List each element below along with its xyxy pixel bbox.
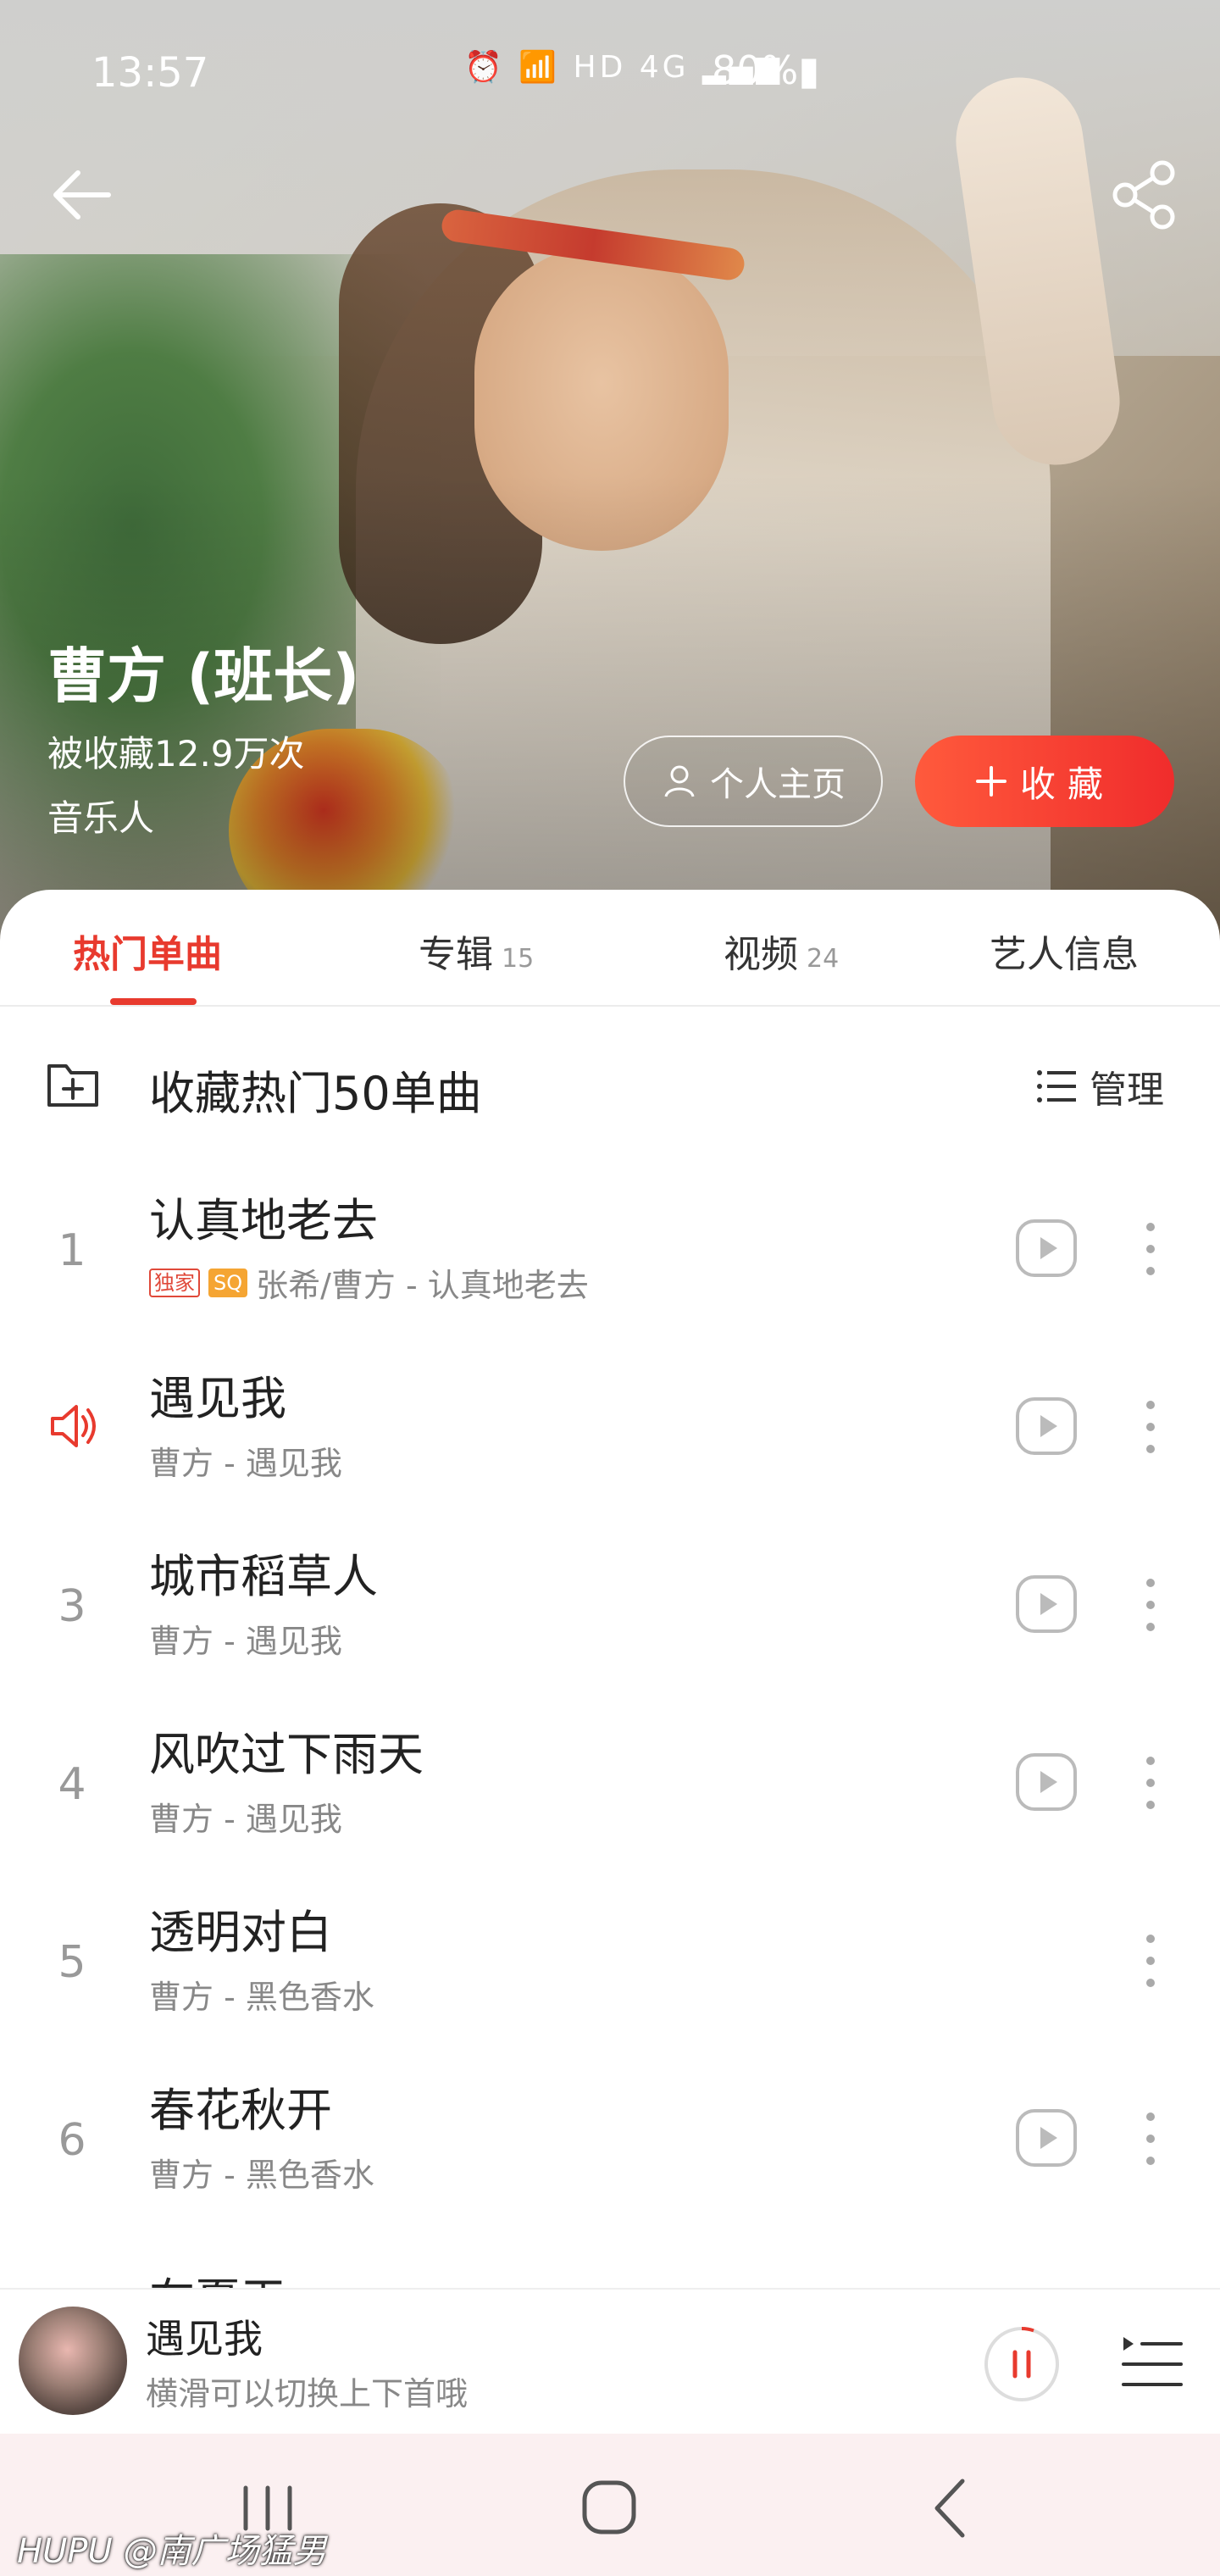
- song-artist-album: 曹方 - 遇见我: [149, 1801, 342, 1838]
- tab-label: 视频: [724, 933, 798, 976]
- collect-all-row[interactable]: 收藏热门50单曲 管理: [0, 1037, 1220, 1130]
- song-title: 春花秋开: [149, 2084, 332, 2137]
- status-battery: 80%▮: [712, 47, 820, 93]
- exclusive-badge: 独家: [149, 1268, 200, 1297]
- song-subtitle: 曹方 - 黑色香水: [149, 2149, 374, 2196]
- song-subtitle: 曹方 - 黑色香水: [149, 1971, 374, 2018]
- play-video-icon[interactable]: [1015, 1752, 1078, 1812]
- song-artist-album: 曹方 - 遇见我: [149, 1623, 342, 1660]
- tab-artist-info[interactable]: 艺人信息: [990, 924, 1139, 978]
- person-icon: [664, 765, 695, 797]
- mini-player-hint: 横滑可以切换上下首哦: [146, 2375, 469, 2412]
- watermark: HUPU @南广场猛男: [17, 2532, 327, 2571]
- more-options-icon[interactable]: [1134, 1571, 1167, 1639]
- collect-all-label: 收藏热门50单曲: [149, 1067, 482, 1120]
- collect-button-label: 收藏: [1019, 763, 1115, 805]
- arrow-left-icon: [53, 170, 111, 219]
- song-title: 风吹过下雨天: [149, 1728, 424, 1781]
- song-row-playing[interactable]: 遇见我 曹方 - 遇见我: [0, 1337, 1220, 1515]
- tab-bar: 热门单曲 专辑 15 视频 24 艺人信息: [0, 890, 1220, 1005]
- song-index: 5: [58, 1937, 86, 1988]
- song-artist-album: 张希/曹方 - 认真地老去: [256, 1267, 589, 1304]
- sq-badge: SQ: [208, 1268, 248, 1297]
- tab-hot-songs[interactable]: 热门单曲: [73, 924, 222, 978]
- nav-back-icon[interactable]: [929, 2476, 971, 2540]
- more-options-icon[interactable]: [1134, 1215, 1167, 1283]
- play-video-icon[interactable]: [1015, 2108, 1078, 2168]
- song-row[interactable]: 6 春花秋开 曹方 - 黑色香水: [0, 2049, 1220, 2227]
- more-options-icon[interactable]: [1134, 1393, 1167, 1461]
- artist-role: 音乐人: [47, 797, 155, 839]
- favorite-count: 被收藏12.9万次: [47, 733, 305, 774]
- list-icon: [1037, 1070, 1076, 1102]
- status-time: 13:57: [92, 49, 209, 97]
- play-video-icon[interactable]: [1015, 1574, 1078, 1634]
- manage-label: 管理: [1090, 1069, 1164, 1112]
- play-video-icon[interactable]: [1015, 1396, 1078, 1456]
- song-index: 4: [58, 1759, 86, 1810]
- song-row[interactable]: 1 认真地老去 独家 SQ 张希/曹方 - 认真地老去: [0, 1159, 1220, 1337]
- manage-button[interactable]: 管理: [1035, 1059, 1164, 1113]
- tab-label: 专辑: [419, 933, 493, 976]
- more-options-icon[interactable]: [1134, 1749, 1167, 1817]
- song-index: 1: [58, 1225, 86, 1276]
- song-index: 3: [58, 1581, 86, 1632]
- tab-label: 艺人信息: [990, 933, 1139, 976]
- home-icon[interactable]: [580, 2478, 639, 2537]
- tab-active-indicator: [110, 998, 197, 1005]
- song-artist-album: 曹方 - 黑色香水: [149, 1979, 374, 2016]
- tab-label: 热门单曲: [73, 933, 222, 976]
- song-artist-album: 曹方 - 遇见我: [149, 1445, 342, 1482]
- song-title: 遇见我: [149, 1372, 286, 1425]
- profile-button-label: 个人主页: [710, 765, 846, 804]
- song-subtitle: 曹方 - 遇见我: [149, 1437, 342, 1484]
- tab-albums[interactable]: 专辑 15: [419, 924, 534, 978]
- song-index: 6: [58, 2115, 86, 2166]
- tabs-divider: [0, 1005, 1220, 1007]
- pause-icon[interactable]: [983, 2325, 1061, 2403]
- song-subtitle: 曹方 - 遇见我: [149, 1793, 342, 1840]
- mini-player-cover[interactable]: [19, 2307, 127, 2415]
- song-title: 在夏天: [149, 2262, 286, 2288]
- song-row[interactable]: 4 风吹过下雨天 曹方 - 遇见我: [0, 1693, 1220, 1871]
- song-row[interactable]: 3 城市稻草人 曹方 - 遇见我: [0, 1515, 1220, 1693]
- folder-add-icon: [47, 1064, 98, 1107]
- more-options-icon[interactable]: [1134, 2105, 1167, 2173]
- back-button[interactable]: [41, 153, 125, 237]
- song-title: 认真地老去: [149, 1194, 378, 1247]
- tab-count: 15: [502, 944, 535, 974]
- song-subtitle: 独家 SQ 张希/曹方 - 认真地老去: [149, 1259, 589, 1306]
- plus-icon: [975, 766, 1006, 797]
- song-title: 城市稻草人: [149, 1550, 378, 1603]
- tab-count: 24: [807, 944, 840, 974]
- mini-player-title: 遇见我: [146, 2316, 263, 2362]
- collect-button[interactable]: 收藏: [915, 736, 1174, 827]
- speaker-playing-icon: [51, 1405, 96, 1447]
- tab-videos[interactable]: 视频 24: [724, 924, 839, 978]
- mini-player[interactable]: 遇见我 横滑可以切换上下首哦: [0, 2288, 1220, 2435]
- share-icon: [1112, 160, 1175, 230]
- song-artist-album: 曹方 - 黑色香水: [149, 2157, 374, 2194]
- status-bar: 13:57 ⏰ 📶 HD 4G ▂▄▆ 80%▮: [0, 0, 1220, 144]
- play-video-icon[interactable]: [1015, 1219, 1078, 1278]
- song-row[interactable]: 5 透明对白 曹方 - 黑色香水: [0, 1871, 1220, 2049]
- more-options-icon[interactable]: [1134, 1927, 1167, 1995]
- playlist-icon[interactable]: [1120, 2330, 1184, 2395]
- artist-name: 曹方 (班长): [47, 641, 360, 711]
- share-button[interactable]: [1101, 153, 1186, 237]
- profile-button[interactable]: 个人主页: [624, 736, 883, 827]
- song-title: 透明对白: [149, 1906, 332, 1959]
- song-row-partial[interactable]: 在夏天: [0, 2227, 1220, 2288]
- song-subtitle: 曹方 - 遇见我: [149, 1615, 342, 1662]
